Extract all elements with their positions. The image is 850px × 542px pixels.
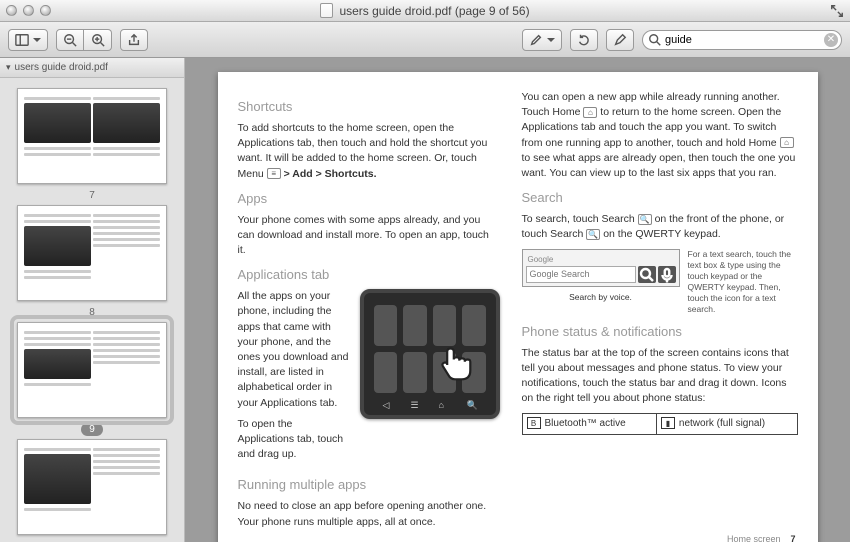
markup-button[interactable] — [606, 29, 634, 51]
search-go-icon — [638, 266, 656, 283]
heading-shortcuts: Shortcuts — [238, 98, 500, 117]
clear-search-button[interactable]: ✕ — [824, 33, 838, 47]
window-titlebar: users guide droid.pdf (page 9 of 56) — [0, 0, 850, 22]
bluetooth-icon: B — [527, 417, 541, 429]
page-footer: Home screen7 — [727, 534, 796, 542]
paragraph: All the apps on your phone, including th… — [238, 289, 350, 411]
minimize-window-button[interactable] — [23, 5, 34, 16]
magnify-icon: 🔍 — [586, 229, 600, 240]
heading-apps: Apps — [238, 190, 500, 209]
google-logo: Google — [526, 253, 676, 267]
view-mode-button[interactable] — [8, 29, 48, 51]
status-table: BBluetooth™ active ▮network (full signal… — [522, 413, 798, 436]
close-window-button[interactable] — [6, 5, 17, 16]
main-area: users guide droid.pdf 7 8 9 — [0, 58, 850, 542]
paragraph: The status bar at the top of the screen … — [522, 346, 798, 407]
zoom-window-button[interactable] — [40, 5, 51, 16]
document-viewport[interactable]: Shortcuts To add shortcuts to the home s… — [185, 58, 850, 542]
window-title-text: users guide droid.pdf (page 9 of 56) — [339, 4, 529, 18]
left-column: Shortcuts To add shortcuts to the home s… — [238, 90, 500, 536]
sidebar-doc-header[interactable]: users guide droid.pdf — [0, 58, 184, 78]
zoom-out-icon — [63, 33, 77, 47]
document-icon — [320, 3, 333, 18]
thumb-number: 9 — [81, 423, 103, 436]
zoom-in-icon — [91, 33, 105, 47]
heading-applications-tab: Applications tab — [238, 266, 500, 285]
magnify-icon: 🔍 — [638, 214, 652, 225]
phone-illustration: ◁☰⌂🔍 — [360, 289, 500, 419]
thumbnail-page-8[interactable]: 8 — [0, 205, 184, 318]
thumbnail-list[interactable]: 7 8 9 — [0, 78, 184, 542]
thumb-number: 8 — [89, 307, 95, 318]
rotate-icon — [577, 33, 591, 47]
hand-pointer-icon — [434, 343, 478, 387]
paragraph: You can open a new app while already run… — [522, 90, 798, 181]
table-row: BBluetooth™ active ▮network (full signal… — [522, 413, 797, 435]
thumb-number: 7 — [89, 190, 95, 201]
home-icon: ⌂ — [583, 107, 597, 118]
rotate-button[interactable] — [570, 29, 598, 51]
window-title: users guide droid.pdf (page 9 of 56) — [0, 3, 850, 18]
paragraph: To add shortcuts to the home screen, ope… — [238, 121, 500, 182]
paragraph: To open the Applications tab, touch and … — [238, 417, 350, 463]
share-button[interactable] — [120, 29, 148, 51]
signal-icon: ▮ — [661, 417, 675, 429]
fullscreen-icon[interactable] — [830, 4, 844, 18]
search-input[interactable] — [642, 30, 842, 50]
thumbnail-page-7[interactable]: 7 — [0, 88, 184, 201]
paragraph: Your phone comes with some apps already,… — [238, 213, 500, 259]
paragraph: No need to close an app before opening a… — [238, 499, 500, 529]
sidebar-doc-name: users guide droid.pdf — [15, 62, 108, 73]
highlight-button[interactable] — [522, 29, 562, 51]
google-search-field: Google Search — [526, 266, 636, 283]
highlighter-icon — [529, 33, 543, 47]
zoom-in-button[interactable] — [84, 29, 112, 51]
search-note: For a text search, touch the text box & … — [688, 249, 798, 315]
toolbar-search: ✕ — [642, 30, 842, 50]
heading-status: Phone status & notifications — [522, 323, 798, 342]
window-controls — [6, 5, 51, 16]
thumbnail-page-9[interactable]: 9 — [0, 322, 184, 435]
paragraph: To search, touch Search 🔍 on the front o… — [522, 212, 798, 242]
heading-multiple-apps: Running multiple apps — [238, 476, 500, 495]
right-column: You can open a new app while already run… — [522, 90, 798, 536]
thumbnails-sidebar: users guide droid.pdf 7 8 9 — [0, 58, 185, 542]
search-icon — [648, 33, 662, 47]
zoom-segment — [56, 29, 112, 51]
pdf-page-9: Shortcuts To add shortcuts to the home s… — [218, 72, 818, 542]
share-icon — [127, 33, 141, 47]
sidebar-layout-icon — [15, 33, 29, 47]
toolbar: ✕ — [0, 22, 850, 58]
heading-search: Search — [522, 189, 798, 208]
voice-caption: Search by voice. — [522, 291, 680, 303]
voice-search-icon — [658, 266, 676, 283]
pencil-icon — [613, 33, 627, 47]
menu-icon: ≡ — [267, 168, 281, 179]
search-illustration: Google Google Search Search by voice. Fo… — [522, 249, 798, 315]
home-icon: ⌂ — [780, 137, 794, 148]
thumbnail-page-10[interactable] — [0, 439, 184, 535]
zoom-out-button[interactable] — [56, 29, 84, 51]
